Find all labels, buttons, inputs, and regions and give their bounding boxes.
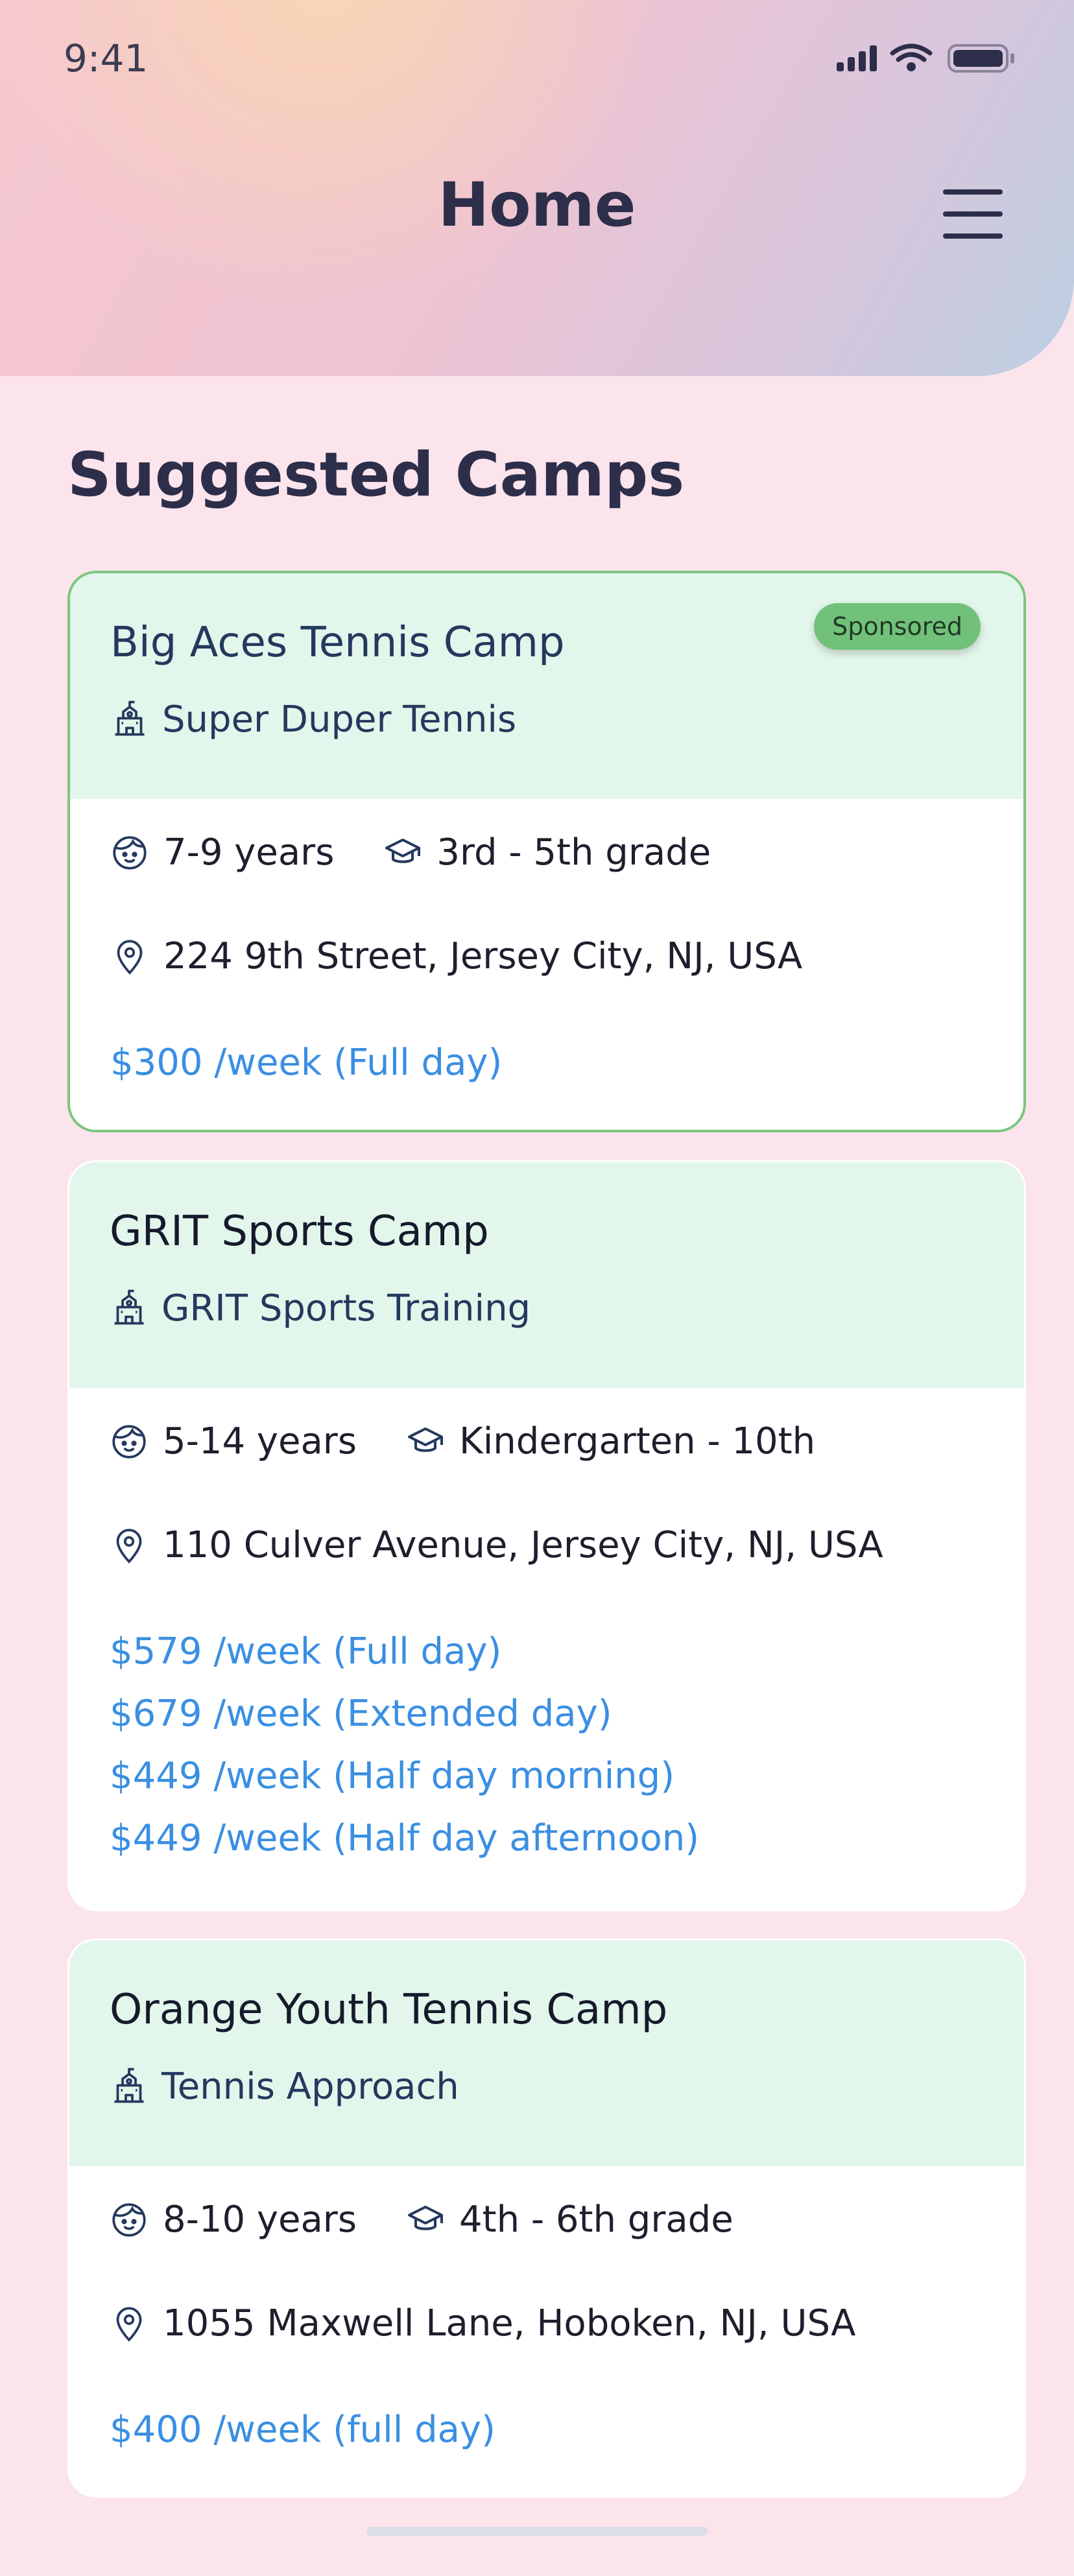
camp-provider: GRIT Sports Training: [110, 1287, 531, 1330]
child-face-icon: [112, 1424, 146, 1459]
camp-price: $300 /week (Full day): [110, 1042, 503, 1084]
camp-ages-grades: 7-9 years 3rd - 5th grade: [110, 831, 711, 874]
child-face-icon: [112, 2202, 146, 2237]
graduation-cap-icon: [408, 1427, 444, 1452]
camp-address: 224 9th Street, Jersey City, NJ, USA: [163, 935, 803, 977]
camp-address-row: 110 Culver Avenue, Jersey City, NJ, USA: [110, 1524, 883, 1566]
camp-address: 110 Culver Avenue, Jersey City, NJ, USA: [163, 1524, 883, 1566]
camp-price: $579 /week (Full day): [110, 1630, 502, 1673]
location-pin-icon: [117, 939, 143, 975]
camp-grades: 3rd - 5th grade: [436, 831, 711, 874]
camp-price: $400 /week (full day): [110, 2409, 495, 2451]
camp-ages: 5-14 years: [163, 1420, 357, 1462]
school-building-icon: [114, 1289, 144, 1324]
camp-price: $449 /week (Half day morning): [110, 1755, 675, 1797]
section-title: Suggested Camps: [67, 440, 685, 510]
camp-ages: 8-10 years: [163, 2199, 357, 2241]
camp-price: $449 /week (Half day afternoon): [110, 1817, 700, 1859]
home-indicator: [366, 2527, 708, 2536]
camp-card[interactable]: GRIT Sports Camp GRIT Sports Training 5-…: [67, 1160, 1026, 1911]
camp-price: $679 /week (Extended day): [110, 1693, 612, 1735]
graduation-cap-icon: [385, 838, 421, 863]
hamburger-menu-icon[interactable]: [940, 189, 1005, 239]
camp-address-row: 224 9th Street, Jersey City, NJ, USA: [110, 935, 802, 977]
app-header: 9:41 Home: [0, 0, 1074, 376]
camp-title[interactable]: Orange Youth Tennis Camp: [110, 1986, 667, 2034]
camp-card-header: Big Aces Tennis Camp Sponsored Super Dup…: [70, 573, 1023, 799]
camp-card[interactable]: Orange Youth Tennis Camp Tennis Approach…: [67, 1938, 1026, 2498]
location-pin-icon: [116, 2306, 142, 2342]
cellular-signal-icon: [837, 45, 877, 71]
camp-grades: Kindergarten - 10th: [459, 1420, 816, 1462]
provider-name: Super Duper Tennis: [162, 698, 517, 741]
camp-ages-grades: 5-14 years Kindergarten - 10th: [110, 1420, 815, 1462]
status-icons: [837, 43, 1018, 77]
camp-title[interactable]: GRIT Sports Camp: [110, 1208, 489, 1256]
camp-address-row: 1055 Maxwell Lane, Hoboken, NJ, USA: [110, 2302, 855, 2344]
camp-ages-grades: 8-10 years 4th - 6th grade: [110, 2199, 734, 2241]
school-building-icon: [115, 700, 145, 735]
battery-icon: [948, 44, 1014, 73]
status-time: 9:41: [64, 36, 149, 80]
camp-ages: 7-9 years: [163, 831, 335, 874]
provider-name: GRIT Sports Training: [161, 1287, 531, 1330]
sponsored-badge: Sponsored: [814, 603, 981, 650]
camp-address: 1055 Maxwell Lane, Hoboken, NJ, USA: [163, 2302, 856, 2344]
wifi-icon: [890, 43, 933, 62]
camp-provider: Tennis Approach: [110, 2066, 459, 2108]
camp-card-header: Orange Youth Tennis Camp Tennis Approach: [69, 1940, 1024, 2166]
camp-card-header: GRIT Sports Camp GRIT Sports Training: [69, 1162, 1024, 1388]
page-title: Home: [438, 170, 636, 241]
child-face-icon: [113, 835, 147, 870]
location-pin-icon: [116, 1528, 142, 1564]
school-building-icon: [114, 2068, 144, 2103]
status-indicators-icon: [837, 43, 1014, 73]
camp-provider: Super Duper Tennis: [110, 698, 516, 741]
provider-name: Tennis Approach: [161, 2066, 459, 2108]
graduation-cap-icon: [408, 2205, 444, 2230]
camp-grades: 4th - 6th grade: [459, 2199, 734, 2241]
camp-title[interactable]: Big Aces Tennis Camp: [110, 619, 565, 667]
camp-card[interactable]: Big Aces Tennis Camp Sponsored Super Dup…: [67, 571, 1026, 1132]
